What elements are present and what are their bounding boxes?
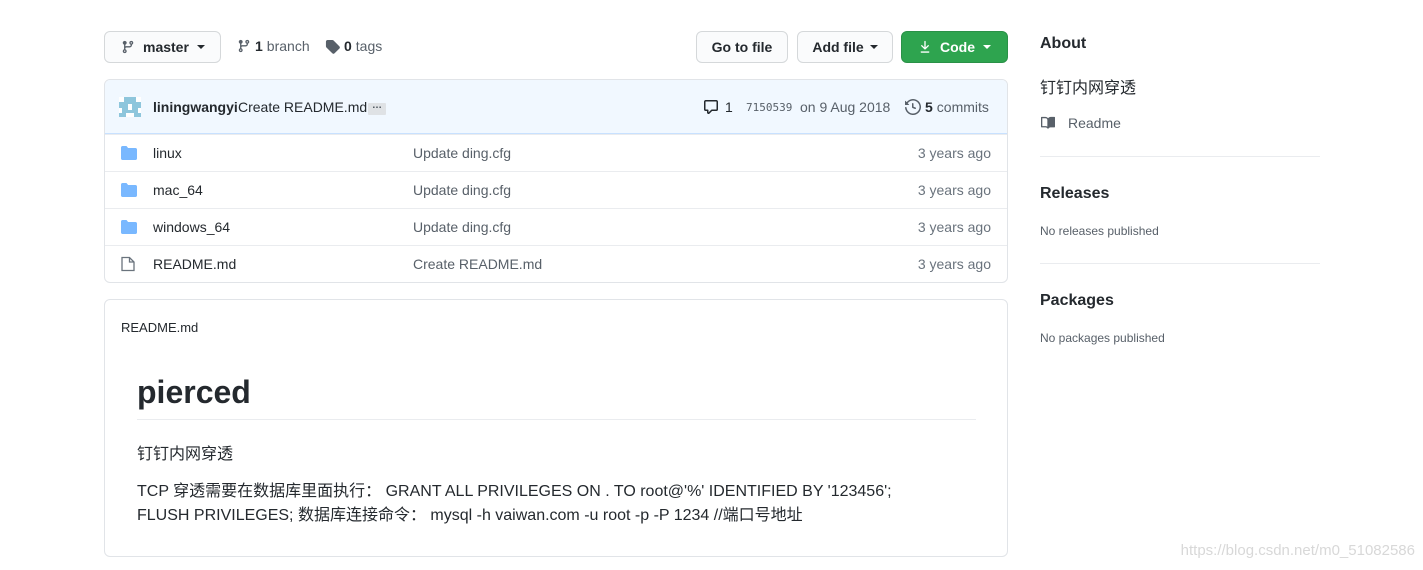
readme-link[interactable]: Readme	[1040, 115, 1121, 131]
releases-heading[interactable]: Releases	[1040, 185, 1109, 203]
file-name-link[interactable]: mac_64	[153, 182, 203, 198]
history-icon	[905, 99, 921, 115]
add-file-label: Add file	[812, 39, 864, 55]
commit-date: on 9 Aug 2018	[800, 99, 891, 115]
add-file-button[interactable]: Add file	[797, 31, 893, 63]
packages-empty-text: No packages published	[1040, 331, 1165, 345]
branch-word: branch	[266, 38, 310, 54]
folder-icon	[121, 146, 137, 160]
commits-history-link[interactable]: 5 commits	[905, 99, 989, 115]
readme-paragraph: 钉钉内网穿透	[137, 446, 234, 463]
watermark: https://blog.csdn.net/m0_51082586	[1180, 542, 1415, 559]
commit-count: 5	[925, 99, 933, 115]
file-name-link[interactable]: linux	[153, 145, 182, 161]
folder-icon	[121, 220, 137, 234]
commit-author-link[interactable]: liningwangyi	[153, 99, 238, 115]
file-commit-message[interactable]: Update ding.cfg	[413, 182, 511, 198]
git-branch-icon	[238, 39, 250, 53]
tag-icon	[325, 39, 340, 54]
file-row[interactable]: mac_64 Update ding.cfg 3 years ago	[105, 171, 1007, 208]
comment-icon	[704, 100, 718, 114]
expand-commit-button[interactable]: …	[368, 101, 386, 115]
file-list: liningwangyi Create README.md … 1 715053…	[104, 79, 1008, 283]
readme-panel: README.md pierced 钉钉内网穿透 TCP 穿透需要在数据库里面执…	[104, 299, 1008, 557]
comment-count: 1	[725, 99, 733, 115]
commit-word: commits	[936, 99, 989, 115]
file-age: 3 years ago	[917, 256, 991, 272]
file-commit-message[interactable]: Update ding.cfg	[413, 145, 511, 161]
avatar[interactable]	[119, 97, 141, 117]
readme-title: pierced	[137, 374, 251, 410]
go-to-file-button[interactable]: Go to file	[696, 31, 788, 63]
about-heading: About	[1040, 35, 1087, 52]
latest-commit-bar: liningwangyi Create README.md … 1 715053…	[105, 80, 1007, 134]
code-button[interactable]: Code	[901, 31, 1008, 63]
file-name-link[interactable]: README.md	[153, 256, 236, 272]
file-commit-message[interactable]: Update ding.cfg	[413, 219, 511, 235]
book-icon	[1041, 116, 1056, 129]
download-icon	[920, 40, 930, 53]
branch-name: master	[143, 39, 189, 55]
file-age: 3 years ago	[917, 145, 991, 161]
code-label: Code	[940, 39, 975, 55]
divider	[1040, 156, 1320, 157]
packages-heading[interactable]: Packages	[1040, 292, 1114, 310]
branches-link[interactable]: 1 branch	[237, 38, 310, 54]
releases-empty-text: No releases published	[1040, 224, 1159, 238]
chevron-down-icon	[869, 45, 878, 49]
tag-word: tags	[355, 38, 383, 54]
readme-paragraph: TCP 穿透需要在数据库里面执行： GRANT ALL PRIVILEGES O…	[137, 483, 892, 524]
folder-icon	[121, 183, 137, 197]
chevron-down-icon	[196, 45, 205, 49]
file-row[interactable]: linux Update ding.cfg 3 years ago	[105, 134, 1007, 171]
branch-select-button[interactable]: master	[104, 31, 221, 63]
tag-count: 0	[344, 38, 352, 54]
about-description: 钉钉内网穿透	[1040, 80, 1137, 97]
divider	[137, 419, 976, 420]
file-icon	[121, 256, 135, 272]
file-row[interactable]: windows_64 Update ding.cfg 3 years ago	[105, 208, 1007, 245]
git-branch-icon	[122, 40, 134, 54]
file-age: 3 years ago	[917, 182, 991, 198]
divider	[1040, 263, 1320, 264]
tags-link[interactable]: 0 tags	[325, 38, 382, 54]
file-commit-message[interactable]: Create README.md	[413, 256, 542, 272]
chevron-down-icon	[983, 45, 991, 49]
file-name-link[interactable]: windows_64	[153, 219, 230, 235]
commit-comments-link[interactable]: 1	[703, 99, 733, 115]
readme-filename[interactable]: README.md	[121, 320, 198, 335]
branch-count: 1	[255, 38, 263, 54]
commit-message-link[interactable]: Create README.md	[238, 99, 367, 115]
commit-sha-link[interactable]: 7150539	[746, 101, 792, 114]
readme-link-label: Readme	[1068, 115, 1121, 131]
file-row[interactable]: README.md Create README.md 3 years ago	[105, 245, 1007, 282]
file-age: 3 years ago	[917, 219, 991, 235]
